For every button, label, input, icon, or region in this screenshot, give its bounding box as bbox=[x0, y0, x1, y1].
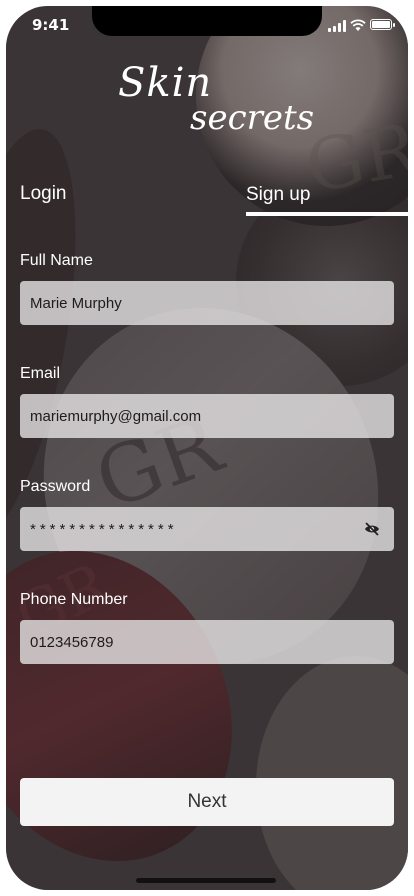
phone-label: Phone Number bbox=[20, 591, 128, 608]
next-button[interactable]: Next bbox=[20, 778, 394, 826]
email-input[interactable] bbox=[20, 394, 394, 438]
phone-input[interactable] bbox=[20, 620, 394, 664]
device-frame: GR GR GR 9:41 Skin secrets ™ bbox=[0, 0, 414, 896]
status-bar: 9:41 bbox=[6, 6, 408, 50]
wifi-icon bbox=[350, 19, 366, 31]
full-name-label: Full Name bbox=[20, 252, 93, 269]
phone-field-group: Phone Number bbox=[20, 589, 394, 702]
logo-trademark: ™ bbox=[302, 110, 309, 118]
email-label: Email bbox=[20, 365, 61, 382]
password-label: Password bbox=[20, 478, 91, 495]
app-screen: GR GR GR 9:41 Skin secrets ™ bbox=[6, 6, 408, 890]
password-field-group: Password bbox=[20, 476, 394, 589]
full-name-input[interactable] bbox=[20, 281, 394, 325]
home-indicator[interactable] bbox=[136, 878, 276, 883]
brand-logo: Skin secrets ™ bbox=[118, 60, 314, 140]
device-notch bbox=[92, 6, 322, 36]
email-field-group: Email bbox=[20, 363, 394, 476]
full-name-field-group: Full Name bbox=[20, 250, 394, 363]
logo-text-secrets: secrets bbox=[190, 98, 315, 138]
tab-login[interactable]: Login bbox=[20, 183, 67, 205]
status-time: 9:41 bbox=[32, 16, 70, 34]
tab-signup[interactable]: Sign up bbox=[246, 184, 310, 206]
eye-slash-icon[interactable] bbox=[364, 522, 380, 536]
password-input[interactable] bbox=[20, 507, 394, 551]
auth-tabs: Login Sign up bbox=[6, 176, 408, 226]
cellular-signal-icon bbox=[328, 20, 346, 32]
active-tab-indicator bbox=[246, 212, 408, 216]
signup-form: Full Name Email Password Phone Number bbox=[20, 250, 394, 702]
battery-icon bbox=[370, 19, 395, 30]
